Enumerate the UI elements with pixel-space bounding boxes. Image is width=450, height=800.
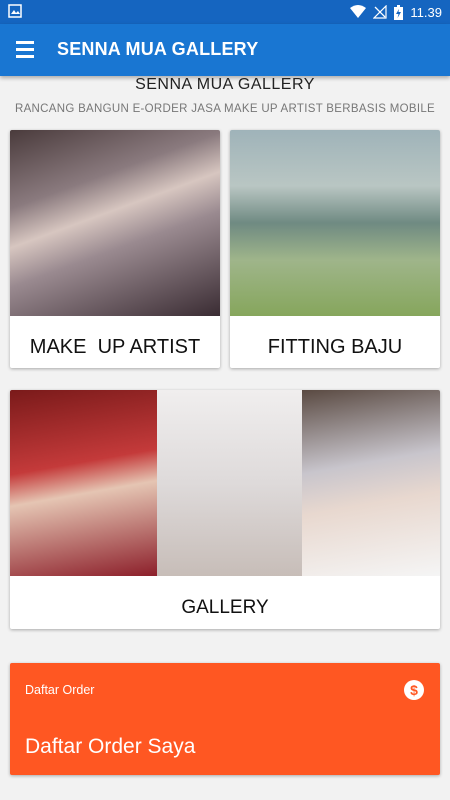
status-icons: 11.39 [350,3,442,21]
fitting-baju-card[interactable]: FITTING BAJU [230,130,440,368]
gallery-label: GALLERY [181,597,269,618]
fitting-baju-image [230,130,440,316]
status-bar: 11.39 [0,0,450,24]
gallery-image-1 [10,390,157,576]
dollar-icon: $ [404,680,424,700]
no-signal-icon [373,5,388,19]
hamburger-menu-icon[interactable] [16,41,36,59]
app-bar: SENNA MUA GALLERY [0,24,450,76]
gallery-image-2 [157,390,302,576]
make-up-artist-image [10,130,220,316]
fitting-baju-label: FITTING BAJU [267,336,403,358]
status-time: 11.39 [410,4,442,20]
make-up-artist-card[interactable]: MAKE UP ARTIST [10,130,220,368]
page-subtitle: RANCANG BANGUN E-ORDER JASA MAKE UP ARTI… [14,103,435,115]
daftar-order-small-label: Daftar Order [25,683,95,697]
page-title: SENNA MUA GALLERY [135,76,315,93]
gallery-card[interactable]: GALLERY [10,390,440,629]
app-bar-title: SENNA MUA GALLERY [57,39,259,59]
battery-charging-icon [394,4,404,20]
wifi-icon [350,5,367,18]
make-up-artist-label: MAKE UP ARTIST [29,336,201,358]
daftar-order-saya-label: Daftar Order Saya [25,735,196,758]
image-icon [8,4,22,18]
gallery-image-3 [302,390,440,576]
daftar-order-card[interactable]: Daftar Order $ Daftar Order Saya [10,663,440,775]
